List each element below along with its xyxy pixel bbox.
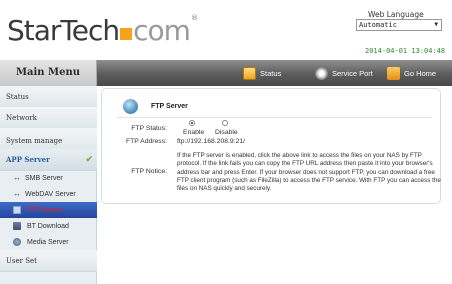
media-icon	[13, 238, 21, 246]
check-icon: ✔	[85, 155, 93, 165]
sidebar: Status Network System manage APP Server …	[0, 86, 97, 284]
enable-radio-label: Enable	[183, 129, 205, 136]
sidebar-item-media-server[interactable]: Media Server	[0, 234, 97, 250]
sidebar-item-bt-download[interactable]: BT Download	[0, 218, 97, 234]
sidebar-item-smb-server[interactable]: ↔ SMB Server	[0, 170, 97, 186]
ftp-icon	[13, 206, 21, 214]
sidebar-item-label: SMB Server	[25, 174, 63, 182]
sidebar-item-label: FTP Server	[27, 206, 63, 214]
nav-service-port-button[interactable]: Service Port	[315, 65, 373, 81]
logo-registered: ®	[190, 14, 198, 22]
startech-logo[interactable]: StarTech com®	[7, 14, 198, 47]
bt-icon	[13, 222, 21, 230]
sidebar-item-label: WebDAV Server	[25, 190, 76, 198]
ftp-notice-label: FTP Notice:	[131, 168, 167, 175]
main-menu-title: Main Menu	[0, 60, 97, 86]
sidebar-group-user-set[interactable]: User Set	[0, 250, 97, 272]
sidebar-item-webdav-server[interactable]: ↔ WebDAV Server	[0, 186, 97, 202]
language-selected-value: Automatic	[359, 21, 397, 29]
disable-radio-label: Disable	[215, 129, 238, 136]
sidebar-item-label: Media Server	[27, 238, 69, 246]
sidebar-group-app-server-label: APP Server	[6, 155, 50, 164]
logo-star: Star	[7, 14, 61, 47]
logo-com: com	[133, 14, 191, 47]
disable-radio[interactable]	[222, 120, 228, 126]
smb-icon: ↔	[13, 173, 21, 182]
logo-dot-icon	[120, 28, 133, 40]
status-icon	[243, 66, 256, 80]
ftp-address-label: FTP Address:	[125, 138, 167, 145]
panel-title: FTP Server	[151, 103, 188, 110]
nav-status-button[interactable]: Status	[243, 65, 281, 81]
logo-tech: Tech	[60, 14, 120, 47]
ftp-server-icon	[123, 99, 138, 114]
panel-divider	[117, 117, 432, 118]
sidebar-item-label: BT Download	[27, 222, 69, 230]
sidebar-group-app-server[interactable]: APP Server ✔	[0, 149, 97, 171]
chevron-down-icon: ▼	[434, 21, 438, 28]
language-label: Web Language	[368, 10, 424, 19]
language-select[interactable]: Automatic ▼	[356, 19, 442, 31]
nav-status-label: Status	[260, 68, 282, 78]
datetime: 2014-04-01 13:04:48	[365, 47, 446, 55]
sidebar-group-network[interactable]: Network	[0, 107, 97, 129]
gear-icon	[315, 66, 328, 80]
sidebar-item-ftp-server[interactable]: FTP Server	[0, 202, 97, 218]
home-icon	[387, 66, 400, 80]
header: StarTech com® Web Language Automatic ▼ 20…	[0, 0, 452, 60]
nav-go-home-label: Go Home	[404, 68, 437, 78]
sidebar-group-status[interactable]: Status	[0, 86, 97, 108]
webdav-icon: ↔	[13, 189, 21, 198]
nav-go-home-button[interactable]: Go Home	[387, 65, 436, 81]
ftp-status-label: FTP Status:	[131, 125, 167, 132]
nav-service-port-label: Service Port	[332, 68, 373, 78]
ftp-notice-text: If the FTP server is enabled, click the …	[177, 152, 441, 193]
enable-radio[interactable]	[189, 120, 195, 126]
ftp-address-link[interactable]: ftp://192.168.208.9:21/	[177, 138, 245, 145]
